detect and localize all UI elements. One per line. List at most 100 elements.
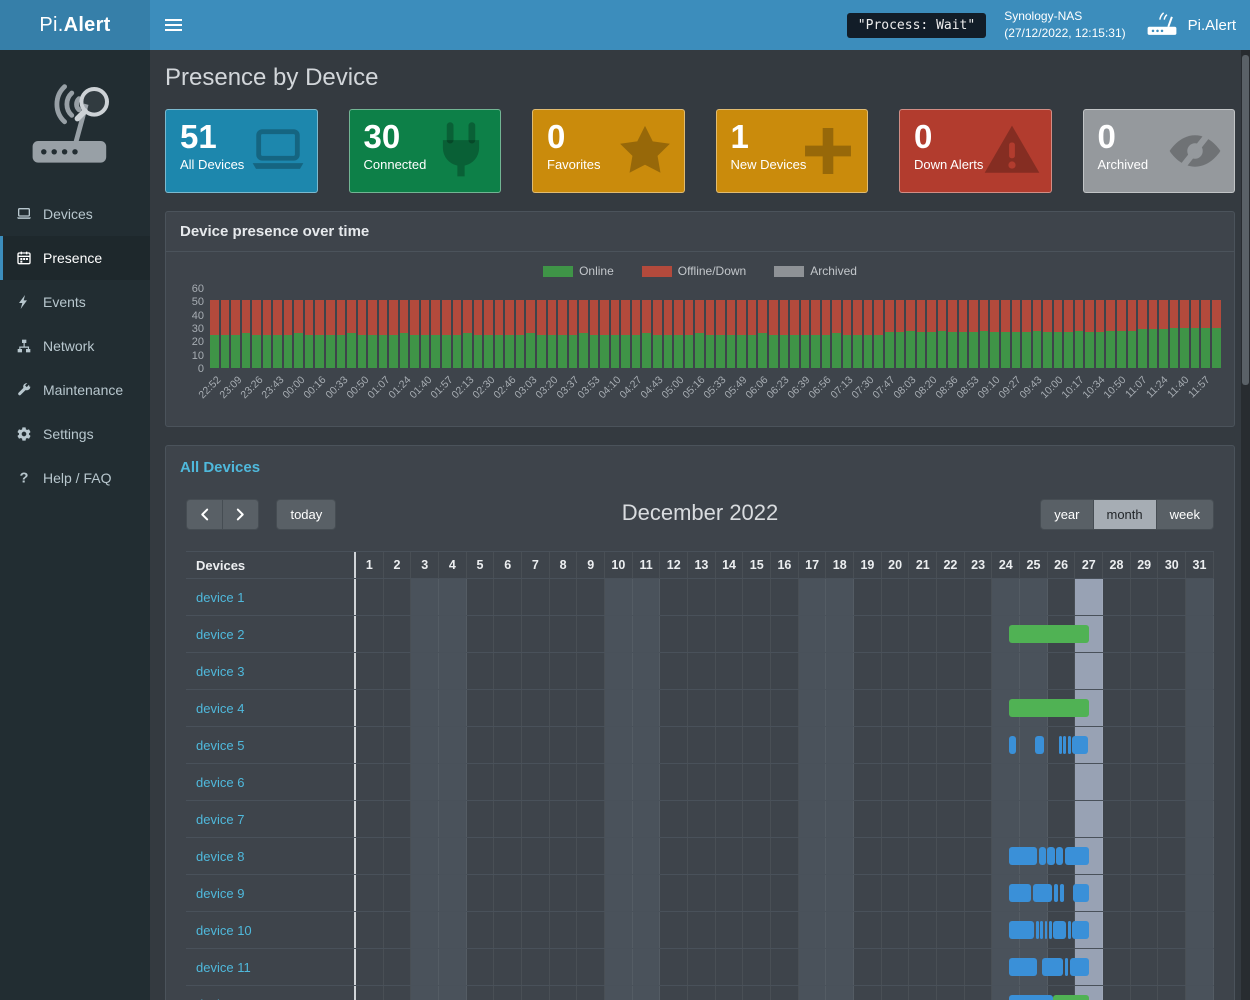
presence-bar[interactable]	[1039, 847, 1046, 865]
device-link[interactable]: device 8	[196, 849, 244, 864]
presence-bar[interactable]	[1053, 995, 1089, 1000]
presence-bar[interactable]	[1009, 921, 1034, 939]
presence-bar[interactable]	[1065, 958, 1068, 976]
device-link[interactable]: device 10	[196, 923, 252, 938]
presence-bar[interactable]	[1059, 736, 1062, 754]
summary-card-down-alerts[interactable]: 0Down Alerts	[899, 109, 1052, 193]
view-month-button[interactable]: month	[1093, 499, 1157, 530]
presence-bar[interactable]	[1009, 995, 1053, 1000]
presence-bar[interactable]	[1045, 921, 1048, 939]
presence-bar[interactable]	[1040, 921, 1043, 939]
day-cell	[1158, 690, 1186, 726]
presence-bar[interactable]	[1047, 847, 1054, 865]
presence-chart-panel: Device presence over time OnlineOffline/…	[165, 211, 1235, 427]
presence-bar[interactable]	[1072, 736, 1088, 754]
day-header: 23	[965, 552, 993, 578]
presence-bar[interactable]	[1073, 884, 1090, 902]
day-cell	[854, 727, 882, 763]
day-cell	[522, 727, 550, 763]
device-timeline	[354, 690, 1214, 726]
chart-bar	[653, 300, 662, 368]
sidebar-item-presence[interactable]: Presence	[0, 236, 150, 280]
sidebar-toggle-button[interactable]	[150, 0, 196, 50]
device-link[interactable]: device 2	[196, 627, 244, 642]
device-link[interactable]: device 4	[196, 701, 244, 716]
device-link[interactable]: device 12	[196, 997, 252, 1000]
device-link[interactable]: device 9	[196, 886, 244, 901]
sidebar-item-help-faq[interactable]: ?Help / FAQ	[0, 456, 150, 500]
sidebar-item-maintenance[interactable]: Maintenance	[0, 368, 150, 412]
day-cell	[1131, 616, 1159, 652]
day-header: 29	[1131, 552, 1159, 578]
presence-bar[interactable]	[1009, 847, 1037, 865]
presence-bar[interactable]	[1056, 847, 1063, 865]
view-year-button[interactable]: year	[1040, 499, 1093, 530]
day-cell	[882, 653, 910, 689]
day-cell	[577, 949, 605, 985]
view-week-button[interactable]: week	[1156, 499, 1214, 530]
presence-bar[interactable]	[1070, 958, 1090, 976]
presence-bar[interactable]	[1036, 921, 1039, 939]
presence-bar[interactable]	[1060, 884, 1064, 902]
device-row: device 3	[186, 653, 1214, 690]
day-cell	[411, 764, 439, 800]
scrollbar-thumb[interactable]	[1242, 55, 1249, 385]
day-cell	[688, 579, 716, 615]
sidebar-item-events[interactable]: Events	[0, 280, 150, 324]
summary-cards: 51All Devices 30Connected 0Favorites 1New D…	[165, 109, 1235, 193]
day-cell	[633, 616, 661, 652]
summary-card-all-devices[interactable]: 51All Devices	[165, 109, 318, 193]
sidebar-item-devices[interactable]: Devices	[0, 192, 150, 236]
sidebar-item-network[interactable]: Network	[0, 324, 150, 368]
next-button[interactable]	[222, 499, 259, 530]
device-link[interactable]: device 11	[196, 960, 251, 975]
presence-bar[interactable]	[1063, 736, 1066, 754]
presence-bar[interactable]	[1009, 625, 1089, 643]
prev-button[interactable]	[186, 499, 223, 530]
day-cell	[854, 912, 882, 948]
view-switcher: yearmonthweek	[1040, 499, 1214, 530]
device-row: device 8	[186, 838, 1214, 875]
summary-card-new-devices[interactable]: 1New Devices	[716, 109, 869, 193]
day-cell	[633, 690, 661, 726]
presence-bar[interactable]	[1072, 921, 1089, 939]
chart-bar	[896, 300, 905, 368]
summary-card-archived[interactable]: 0Archived	[1083, 109, 1236, 193]
day-cell	[356, 727, 384, 763]
day-cell	[384, 727, 412, 763]
summary-card-connected[interactable]: 30Connected	[349, 109, 502, 193]
presence-bar[interactable]	[1053, 921, 1066, 939]
presence-bar[interactable]	[1009, 958, 1037, 976]
day-cell	[992, 579, 1020, 615]
presence-bar[interactable]	[1049, 921, 1052, 939]
device-link[interactable]: device 6	[196, 775, 244, 790]
device-link[interactable]: device 5	[196, 738, 244, 753]
presence-bar[interactable]	[1068, 736, 1071, 754]
today-button[interactable]: today	[276, 499, 336, 530]
presence-bar[interactable]	[1009, 884, 1031, 902]
brand-logo[interactable]: Pi.Alert	[0, 0, 150, 50]
device-link[interactable]: device 1	[196, 590, 244, 605]
day-cell	[384, 764, 412, 800]
day-header: 14	[716, 552, 744, 578]
device-link[interactable]: device 7	[196, 812, 244, 827]
presence-bar[interactable]	[1033, 884, 1052, 902]
device-link[interactable]: device 3	[196, 664, 244, 679]
day-cell	[743, 764, 771, 800]
presence-bar[interactable]	[1054, 884, 1058, 902]
presence-bar[interactable]	[1065, 847, 1090, 865]
presence-bar[interactable]	[1009, 736, 1016, 754]
chart-bar	[495, 300, 504, 368]
device-timeline	[354, 949, 1214, 985]
presence-bar[interactable]	[1035, 736, 1043, 754]
day-cell	[882, 986, 910, 1000]
day-cell	[494, 653, 522, 689]
presence-bar[interactable]	[1009, 699, 1089, 717]
sidebar-item-settings[interactable]: Settings	[0, 412, 150, 456]
day-cell	[1158, 764, 1186, 800]
presence-bar[interactable]	[1042, 958, 1063, 976]
summary-card-favorites[interactable]: 0Favorites	[532, 109, 685, 193]
app-brand: Pi.Alert	[1144, 12, 1236, 38]
day-cell	[384, 949, 412, 985]
presence-bar[interactable]	[1068, 921, 1071, 939]
